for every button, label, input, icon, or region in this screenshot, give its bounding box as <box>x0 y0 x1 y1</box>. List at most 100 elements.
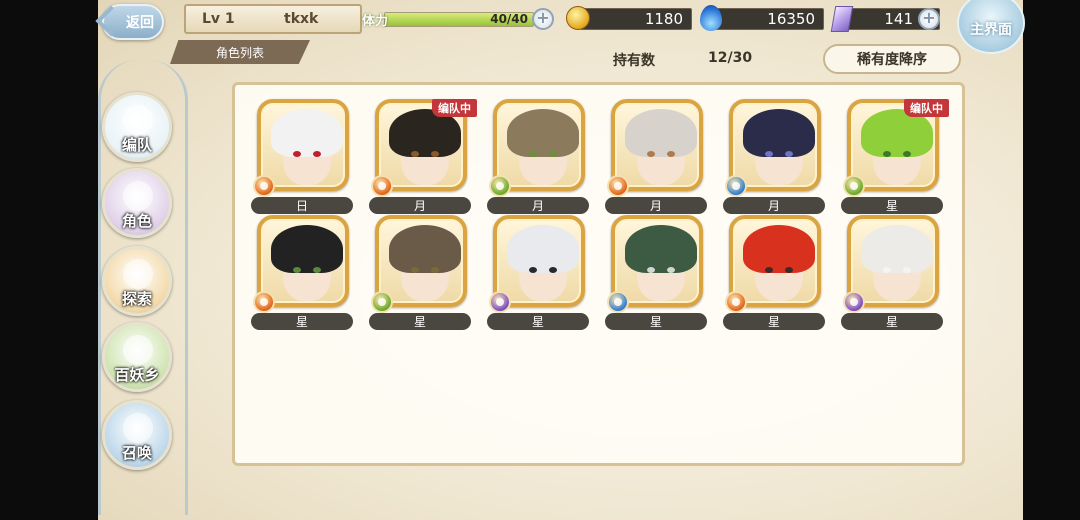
character-card[interactable]: 月 <box>605 99 709 217</box>
hair-shape <box>271 109 343 157</box>
character-icon <box>123 181 153 211</box>
owned-count-label: 持有数 <box>613 53 655 69</box>
eye <box>431 267 439 273</box>
character-card[interactable]: 编队中星 <box>841 99 949 217</box>
eye <box>293 151 301 157</box>
eye <box>529 267 537 273</box>
character-class-tag: 月 <box>369 197 471 214</box>
wind-element-icon <box>489 175 511 197</box>
sort-button[interactable]: 稀有度降序 <box>823 44 961 74</box>
explore-icon <box>123 259 153 289</box>
eye <box>903 267 911 273</box>
main-menu-label: 主界面 <box>970 22 1012 38</box>
village-icon <box>123 335 153 365</box>
eye <box>785 151 793 157</box>
eye <box>667 151 675 157</box>
add-stamina-button[interactable]: + <box>532 8 554 30</box>
player-info-plate: Lv 1 tkxk <box>184 4 362 34</box>
gold-coin-icon <box>566 6 590 30</box>
character-card[interactable]: 星 <box>251 215 355 333</box>
hair-shape <box>861 225 933 273</box>
eye <box>903 151 911 157</box>
fire-element-icon <box>253 175 275 197</box>
character-class-tag: 月 <box>723 197 825 214</box>
eye <box>765 267 773 273</box>
stamina-label: 体力 <box>362 13 389 29</box>
side-menu-village-button[interactable]: 百妖乡 <box>102 322 172 392</box>
character-card[interactable]: 星 <box>605 215 709 333</box>
hair-shape <box>743 109 815 157</box>
gold-counter: 1180 <box>580 8 692 30</box>
eye <box>765 151 773 157</box>
eye <box>411 151 419 157</box>
eye <box>549 151 557 157</box>
character-card[interactable]: 日 <box>251 99 355 217</box>
hair-shape <box>507 109 579 157</box>
eye <box>883 151 891 157</box>
fire-element-icon <box>725 291 747 313</box>
hair-shape <box>625 109 697 157</box>
eye <box>313 151 321 157</box>
fire-element-icon <box>371 175 393 197</box>
game-stage: 返回 Lv 1 tkxk 角色列表 体力 40/40 + 1180 16350 … <box>0 0 1080 520</box>
fire-element-icon <box>253 291 275 313</box>
side-menu-character-button[interactable]: 角色 <box>102 168 172 238</box>
hair-shape <box>625 225 697 273</box>
side-menu-label: 探索 <box>121 290 152 308</box>
eye <box>411 267 419 273</box>
wind-element-icon <box>371 291 393 313</box>
side-menu-label: 召唤 <box>121 444 152 462</box>
eye <box>647 267 655 273</box>
eye <box>313 267 321 273</box>
back-button[interactable]: 返回 <box>95 4 164 40</box>
side-menu-label: 百妖乡 <box>114 366 160 384</box>
water-element-icon <box>607 291 629 313</box>
character-card[interactable]: 星 <box>723 215 827 333</box>
hair-shape <box>743 225 815 273</box>
gold-value: 1180 <box>644 10 683 28</box>
side-menu-summon-button[interactable]: 召唤 <box>102 400 172 470</box>
stamina-value: 40/40 <box>490 12 528 26</box>
water-element-icon <box>725 175 747 197</box>
eye <box>883 267 891 273</box>
eye <box>549 267 557 273</box>
add-gem-button[interactable]: + <box>918 8 940 30</box>
character-card[interactable]: 星 <box>369 215 473 333</box>
eye <box>431 151 439 157</box>
side-menu-label: 编队 <box>121 136 152 154</box>
eye <box>647 151 655 157</box>
side-menu-explore-button[interactable]: 探索 <box>102 246 172 316</box>
gem-value: 141 <box>884 10 913 28</box>
character-card[interactable]: 月 <box>487 99 591 217</box>
character-class-tag: 星 <box>841 197 943 214</box>
character-class-tag: 星 <box>487 313 589 330</box>
stamina-meter: 体力 40/40 <box>362 8 552 30</box>
eye <box>293 267 301 273</box>
side-menu-label: 角色 <box>121 212 152 230</box>
character-list-panel: 日编队中月月月月编队中星星星星星星星 <box>232 82 965 466</box>
character-class-tag: 月 <box>605 197 707 214</box>
eye <box>667 267 675 273</box>
character-card[interactable]: 编队中月 <box>369 99 477 217</box>
dark-element-icon <box>843 291 865 313</box>
soul-value: 16350 <box>767 10 815 28</box>
soul-counter: 16350 <box>714 8 824 30</box>
character-class-tag: 星 <box>251 313 353 330</box>
summon-icon <box>123 413 153 443</box>
in-team-badge: 编队中 <box>432 99 477 117</box>
character-card[interactable]: 月 <box>723 99 827 217</box>
sort-label: 稀有度降序 <box>857 52 927 68</box>
player-name: tkxk <box>284 11 319 27</box>
character-class-tag: 星 <box>723 313 825 330</box>
page-title: 角色列表 <box>170 40 310 64</box>
dark-element-icon <box>489 291 511 313</box>
character-card[interactable]: 星 <box>487 215 591 333</box>
hair-shape <box>271 225 343 273</box>
in-team-badge: 编队中 <box>904 99 949 117</box>
wind-element-icon <box>843 175 865 197</box>
character-class-tag: 星 <box>605 313 707 330</box>
side-menu-team-button[interactable]: 编队 <box>102 92 172 162</box>
character-class-tag: 星 <box>841 313 943 330</box>
soul-flame-icon <box>700 5 722 31</box>
character-card[interactable]: 星 <box>841 215 945 333</box>
